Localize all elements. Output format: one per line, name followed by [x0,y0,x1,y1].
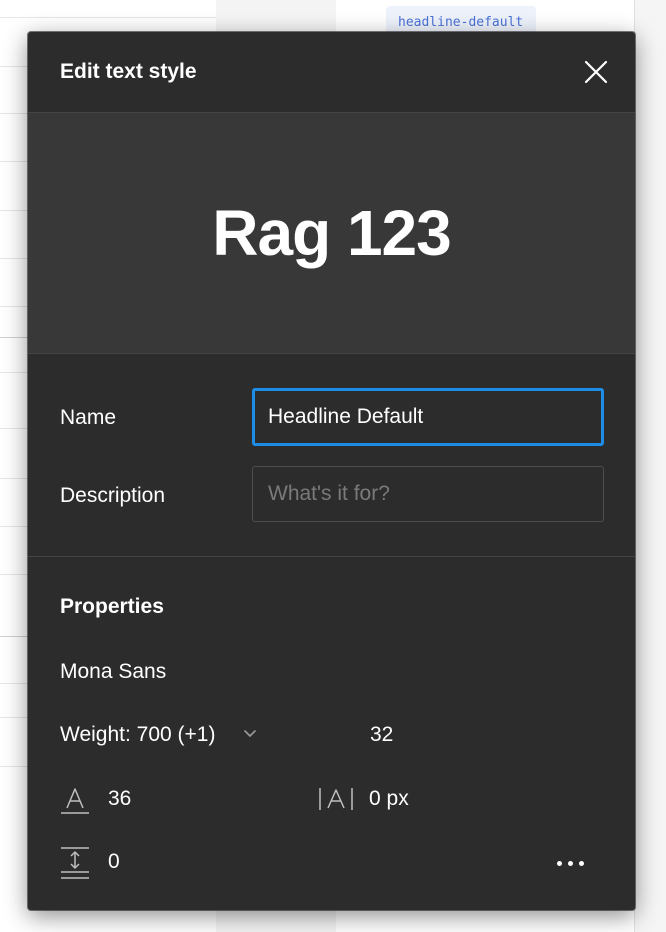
properties-heading: Properties [60,595,164,618]
dialog-title: Edit text style [60,60,197,83]
description-input[interactable] [252,466,604,522]
description-label: Description [60,484,166,507]
text-style-preview: Rag 123 [28,112,635,354]
dialog-header: Edit text style [28,32,635,112]
line-height-icon [61,788,89,814]
letter-spacing-field[interactable]: 0 px [369,787,409,811]
more-icon [556,860,562,866]
font-family-selector[interactable]: Mona Sans [60,660,166,684]
name-label: Name [60,406,117,429]
name-input[interactable] [252,388,604,446]
list-divider [0,17,216,18]
line-height-field[interactable]: 36 [108,787,131,811]
font-size-field[interactable]: 32 [370,723,393,747]
more-icon [567,860,573,866]
more-options-button[interactable] [548,848,592,878]
close-icon [584,60,608,84]
background-scroll-edge [634,0,666,932]
style-token-chip[interactable]: headline-default [386,6,536,34]
chevron-down-icon[interactable] [242,728,258,740]
font-weight-selector[interactable]: Weight: 700 (+1) [60,723,215,747]
preview-sample-text: Rag 123 [212,197,451,269]
paragraph-spacing-field[interactable]: 0 [108,850,120,874]
section-divider [28,556,635,557]
letter-spacing-icon [319,788,353,810]
edit-text-style-dialog: Edit text style Rag 123 Name Description… [28,32,635,910]
paragraph-spacing-icon [61,847,89,879]
close-button[interactable] [578,54,614,90]
more-icon [578,860,584,866]
